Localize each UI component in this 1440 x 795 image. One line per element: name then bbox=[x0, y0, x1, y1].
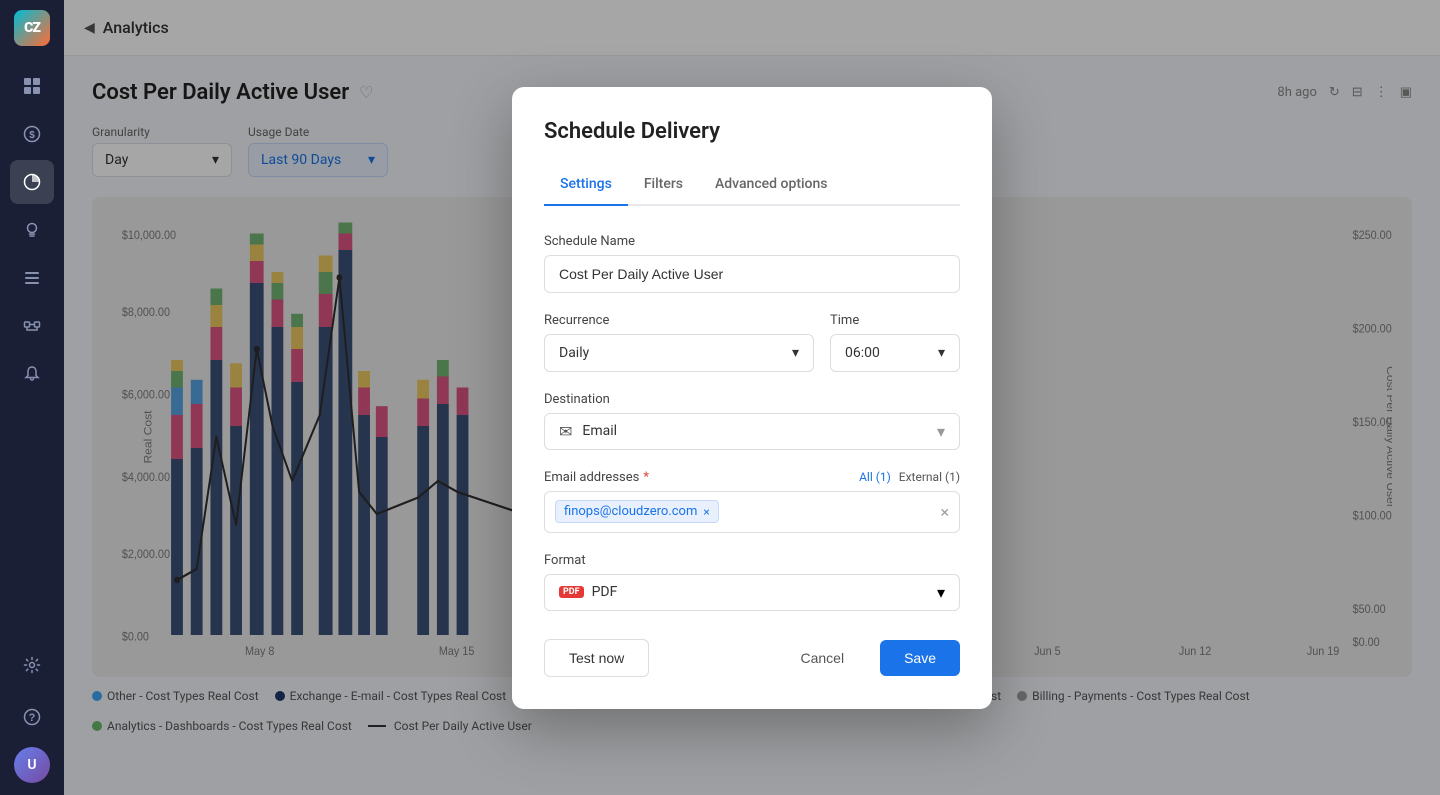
main-content: ◀ Analytics Cost Per Daily Active User ♡… bbox=[64, 0, 1440, 795]
chevron-down-icon: ▾ bbox=[938, 345, 945, 361]
format-value: PDF bbox=[592, 584, 937, 600]
time-label: Time bbox=[830, 313, 960, 328]
sidebar-bottom: ? U bbox=[10, 643, 54, 795]
format-label: Format bbox=[544, 553, 960, 568]
schedule-name-input[interactable] bbox=[544, 255, 960, 293]
user-avatar[interactable]: U bbox=[14, 747, 50, 783]
modal-title: Schedule Delivery bbox=[544, 119, 960, 144]
email-addresses-header: Email addresses * All (1) External (1) bbox=[544, 470, 960, 485]
recurrence-field: Recurrence Daily ▾ bbox=[544, 313, 814, 372]
modal-footer: Test now Cancel Save bbox=[544, 639, 960, 677]
grid-icon bbox=[23, 77, 41, 95]
sidebar-item-insights[interactable] bbox=[10, 208, 54, 252]
save-button[interactable]: Save bbox=[880, 640, 960, 676]
email-count-links: All (1) External (1) bbox=[859, 470, 960, 484]
sidebar-item-help[interactable]: ? bbox=[10, 695, 54, 739]
sidebar: CZ $ bbox=[0, 0, 64, 795]
sidebar-item-grid[interactable] bbox=[10, 64, 54, 108]
sidebar-item-analytics[interactable] bbox=[10, 160, 54, 204]
modal-tabs: Settings Filters Advanced options bbox=[544, 168, 960, 206]
email-tag-value: finops@cloudzero.com bbox=[564, 504, 697, 519]
test-now-button[interactable]: Test now bbox=[544, 639, 649, 677]
bell-icon bbox=[23, 365, 41, 383]
help-icon: ? bbox=[23, 708, 41, 726]
email-addresses-field: Email addresses * All (1) External (1) bbox=[544, 470, 960, 533]
email-tag: finops@cloudzero.com × bbox=[555, 500, 719, 523]
email-remove-icon[interactable]: × bbox=[703, 505, 709, 519]
list-icon bbox=[23, 269, 41, 287]
sidebar-item-reports[interactable] bbox=[10, 256, 54, 300]
logo-badge: CZ bbox=[14, 10, 50, 46]
dollar-icon: $ bbox=[23, 125, 41, 143]
required-indicator: * bbox=[643, 470, 649, 485]
recurrence-label: Recurrence bbox=[544, 313, 814, 328]
schedule-delivery-modal: Schedule Delivery Settings Filters Advan… bbox=[512, 87, 992, 709]
email-addresses-label: Email addresses * bbox=[544, 470, 649, 485]
destination-value: Email bbox=[582, 423, 937, 439]
destination-label: Destination bbox=[544, 392, 960, 407]
destination-select[interactable]: ✉ Email ▾ bbox=[544, 413, 960, 450]
modal-overlay: Schedule Delivery Settings Filters Advan… bbox=[64, 0, 1440, 795]
sidebar-item-integrations[interactable] bbox=[10, 304, 54, 348]
tab-settings[interactable]: Settings bbox=[544, 168, 628, 206]
recurrence-value: Daily bbox=[559, 345, 589, 361]
sidebar-item-billing[interactable]: $ bbox=[10, 112, 54, 156]
lightbulb-icon bbox=[23, 221, 41, 239]
time-value: 06:00 bbox=[845, 345, 880, 361]
recurrence-time-row: Recurrence Daily ▾ Time 06:00 ▾ bbox=[544, 313, 960, 392]
clear-all-emails-button[interactable]: × bbox=[940, 502, 949, 521]
svg-text:$: $ bbox=[29, 130, 35, 141]
pdf-icon: PDF bbox=[559, 586, 584, 598]
sidebar-item-alerts[interactable] bbox=[10, 352, 54, 396]
format-field: Format PDF PDF ▾ bbox=[544, 553, 960, 611]
time-field: Time 06:00 ▾ bbox=[830, 313, 960, 372]
footer-btn-group: Cancel Save bbox=[776, 640, 960, 676]
time-select[interactable]: 06:00 ▾ bbox=[830, 334, 960, 372]
chevron-down-icon: ▾ bbox=[937, 583, 945, 602]
email-tag-container[interactable]: finops@cloudzero.com × × bbox=[544, 491, 960, 533]
svg-text:?: ? bbox=[29, 712, 36, 724]
format-select[interactable]: PDF PDF ▾ bbox=[544, 574, 960, 611]
sidebar-nav: $ bbox=[0, 56, 64, 643]
email-icon: ✉ bbox=[559, 422, 572, 441]
chevron-down-icon: ▾ bbox=[937, 422, 945, 441]
chevron-down-icon: ▾ bbox=[792, 345, 799, 361]
sidebar-item-settings[interactable] bbox=[10, 643, 54, 687]
app-logo[interactable]: CZ bbox=[0, 0, 64, 56]
integration-icon bbox=[23, 317, 41, 335]
all-emails-link[interactable]: All (1) bbox=[859, 470, 891, 484]
recurrence-select[interactable]: Daily ▾ bbox=[544, 334, 814, 372]
tab-advanced-options[interactable]: Advanced options bbox=[699, 168, 844, 206]
external-emails-link[interactable]: External (1) bbox=[899, 470, 960, 484]
destination-field: Destination ✉ Email ▾ bbox=[544, 392, 960, 450]
schedule-name-label: Schedule Name bbox=[544, 234, 960, 249]
tab-filters[interactable]: Filters bbox=[628, 168, 699, 206]
gear-icon bbox=[23, 656, 41, 674]
chart-icon bbox=[23, 173, 41, 191]
cancel-button[interactable]: Cancel bbox=[776, 640, 868, 676]
schedule-name-field: Schedule Name bbox=[544, 234, 960, 293]
